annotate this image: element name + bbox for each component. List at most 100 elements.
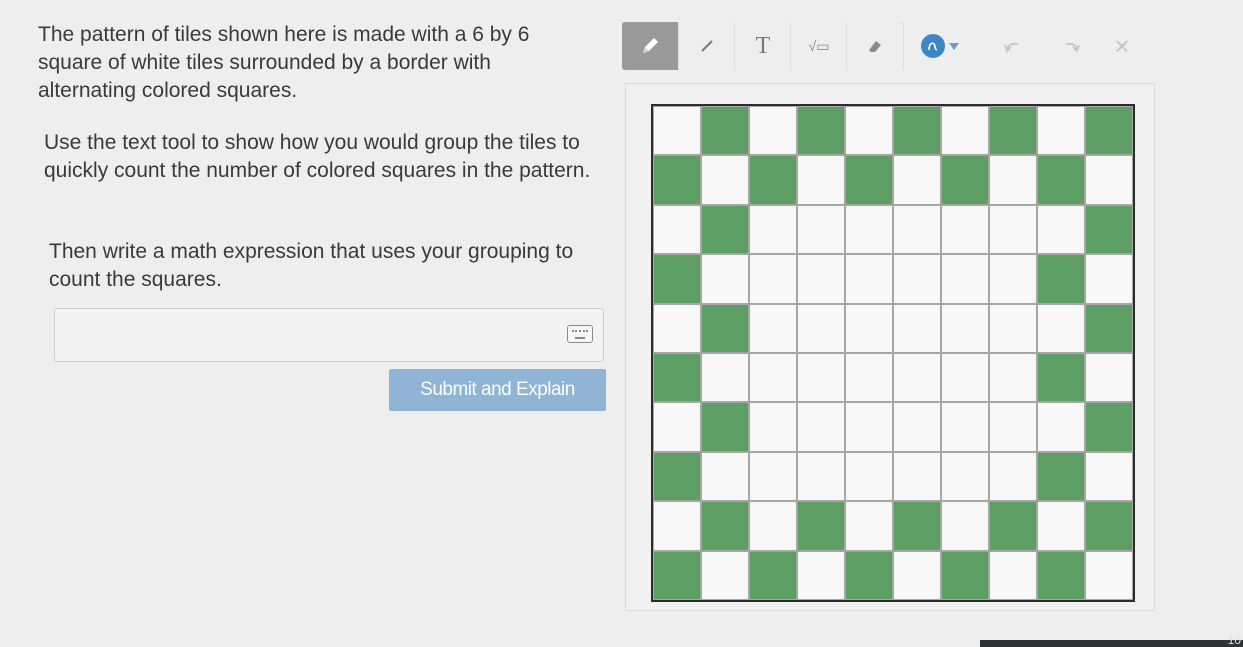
white-tile: [989, 204, 1037, 255]
undo-button[interactable]: [992, 22, 1032, 70]
white-tile: [1037, 106, 1085, 156]
math-tool-button[interactable]: √▭: [790, 22, 847, 70]
chevron-down-icon: [949, 42, 959, 50]
colored-tile: [653, 353, 701, 403]
white-tile: [701, 254, 749, 304]
white-tile: [989, 402, 1037, 452]
prompt-intro: The pattern of tiles shown here is made …: [38, 23, 530, 102]
white-tile: [701, 155, 749, 205]
prompt-instruction-expression: Then write a math expression that uses y…: [49, 240, 574, 291]
white-tile: [893, 204, 941, 255]
white-tile: [941, 402, 989, 452]
white-tile: [941, 353, 989, 403]
white-tile: [845, 501, 893, 551]
colored-tile: [653, 550, 701, 600]
white-tile: [797, 204, 845, 255]
os-taskbar: 10: [980, 633, 1243, 647]
white-tile: [845, 254, 893, 304]
white-tile: [845, 204, 893, 255]
white-tile: [749, 402, 797, 452]
line-icon: [701, 40, 713, 52]
white-tile: [1085, 155, 1133, 205]
colored-tile: [653, 254, 701, 304]
white-tile: [653, 204, 701, 255]
pencil-tool-button[interactable]: [622, 22, 678, 70]
eraser-icon: [869, 41, 881, 52]
white-tile: [797, 451, 845, 502]
white-tile: [749, 501, 797, 551]
white-tile: [989, 353, 1037, 403]
pencil-icon: [643, 38, 658, 53]
white-tile: [1037, 501, 1085, 551]
white-tile: [941, 501, 989, 551]
white-tile: [989, 303, 1037, 353]
colored-tile: [701, 501, 749, 551]
white-tile: [1037, 402, 1085, 452]
white-tile: [941, 106, 989, 156]
colored-tile: [845, 155, 893, 205]
white-tile: [653, 501, 701, 551]
white-tile: [941, 254, 989, 304]
undo-icon: [1004, 42, 1019, 53]
white-tile: [1085, 550, 1133, 600]
colored-tile: [1037, 254, 1085, 304]
white-tile: [893, 254, 941, 304]
line-tool-button[interactable]: [678, 22, 735, 70]
white-tile: [845, 402, 893, 452]
white-tile: [749, 353, 797, 403]
math-answer-input[interactable]: [54, 308, 604, 362]
white-tile: [845, 451, 893, 502]
white-tile: [989, 155, 1037, 205]
tile-pattern-grid[interactable]: [651, 104, 1135, 602]
white-tile: [1085, 254, 1133, 304]
white-tile: [1037, 204, 1085, 255]
colored-tile: [1085, 501, 1133, 551]
white-tile: [893, 155, 941, 205]
colored-tile: [1037, 550, 1085, 600]
white-tile: [797, 550, 845, 600]
color-swatch-icon: [921, 34, 945, 58]
white-tile: [701, 550, 749, 600]
white-tile: [749, 106, 797, 156]
white-tile: [893, 402, 941, 452]
white-tile: [749, 204, 797, 255]
white-tile: [893, 303, 941, 353]
submit-and-explain-button[interactable]: Submit and Explain: [389, 369, 606, 411]
keyboard-icon[interactable]: [567, 325, 593, 343]
colored-tile: [1085, 106, 1133, 156]
colored-tile: [1085, 204, 1133, 255]
text-tool-button[interactable]: T: [734, 22, 791, 70]
white-tile: [1085, 451, 1133, 502]
white-tile: [989, 254, 1037, 304]
white-tile: [845, 353, 893, 403]
white-tile: [1085, 353, 1133, 403]
white-tile: [941, 204, 989, 255]
colored-tile: [1085, 402, 1133, 452]
colored-tile: [1085, 303, 1133, 353]
white-tile: [893, 353, 941, 403]
white-tile: [941, 451, 989, 502]
colored-tile: [893, 106, 941, 156]
white-tile: [1037, 303, 1085, 353]
eraser-tool-button[interactable]: [846, 22, 904, 70]
colored-tile: [701, 402, 749, 452]
colored-tile: [701, 204, 749, 255]
white-tile: [701, 353, 749, 403]
colored-tile: [845, 550, 893, 600]
redo-button[interactable]: [1052, 22, 1092, 70]
white-tile: [653, 303, 701, 353]
white-tile: [797, 402, 845, 452]
redo-icon: [1065, 42, 1080, 53]
colored-tile: [653, 155, 701, 205]
text-tool-icon: T: [755, 32, 771, 59]
white-tile: [797, 303, 845, 353]
color-picker-button[interactable]: [910, 22, 970, 70]
colored-tile: [893, 501, 941, 551]
white-tile: [893, 451, 941, 502]
clear-button[interactable]: ×: [1102, 22, 1142, 70]
prompt-instruction-grouping: Use the text tool to show how you would …: [44, 131, 591, 182]
taskbar-clock: 10: [1227, 633, 1241, 647]
colored-tile: [1037, 155, 1085, 205]
colored-tile: [701, 303, 749, 353]
colored-tile: [797, 501, 845, 551]
